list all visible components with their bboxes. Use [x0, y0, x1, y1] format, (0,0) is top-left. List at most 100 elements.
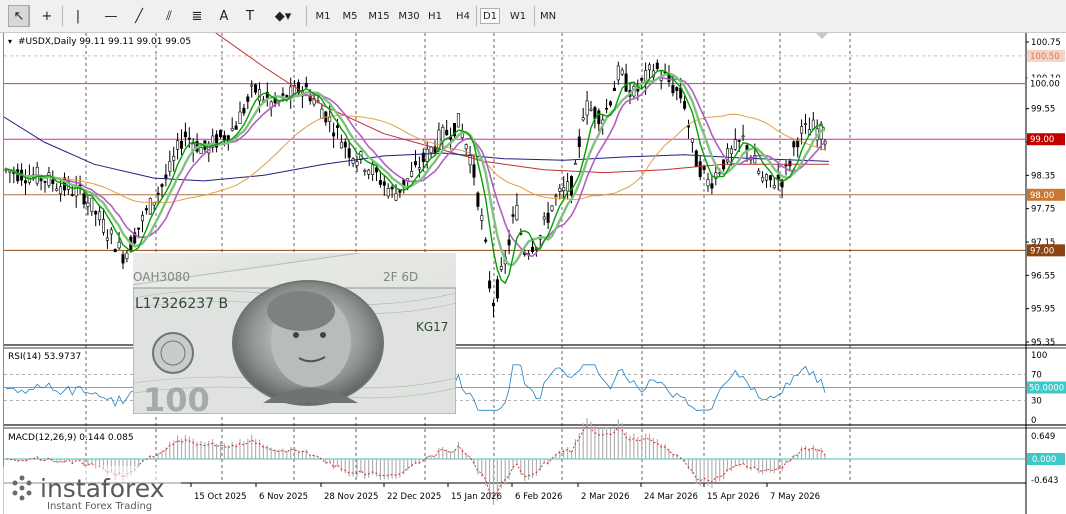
rsi-label: 0 — [1031, 416, 1036, 426]
candle-body — [398, 189, 402, 193]
candle-body — [608, 101, 612, 106]
candle-body — [768, 175, 772, 181]
date-label: 24 Mar 2026 — [644, 492, 698, 502]
candle-body — [144, 208, 148, 211]
candle-body — [530, 246, 534, 253]
svg-text:OAH3080: OAH3080 — [133, 270, 190, 284]
candle-body — [367, 169, 371, 175]
candle-body — [222, 135, 226, 141]
candle-body — [624, 73, 628, 92]
candle-body — [98, 211, 102, 221]
candle-body — [741, 135, 745, 138]
text-label-icon[interactable]: T — [240, 5, 260, 27]
candle-body — [480, 215, 484, 221]
rsi-label: 70 — [1031, 371, 1042, 381]
candle-body — [335, 125, 339, 128]
rsi-label: 30 — [1031, 397, 1042, 407]
candle-body — [250, 84, 254, 87]
fibonacci-icon[interactable]: ≣ — [186, 5, 208, 27]
timeframe-m30[interactable]: M30 — [396, 8, 422, 24]
candle-body — [199, 146, 203, 154]
level-tag-label: 100.00 — [1030, 80, 1060, 90]
candle-body — [94, 211, 98, 215]
candle-body — [445, 129, 449, 136]
date-label: 22 Dec 2025 — [387, 492, 441, 502]
candle-body — [464, 144, 468, 150]
candle-body — [683, 100, 687, 109]
crosshair-icon[interactable]: + — [36, 5, 58, 27]
svg-text:2F 6D: 2F 6D — [383, 270, 418, 284]
candle-body — [102, 219, 106, 233]
candle-body — [706, 179, 710, 187]
candle-body — [507, 239, 511, 246]
candle-body — [51, 179, 55, 184]
level-tag-label: 99.00 — [1030, 135, 1054, 145]
timeframe-d1[interactable]: D1 — [480, 8, 500, 24]
candle-body — [764, 174, 768, 181]
brand-tagline: Instant Forex Trading — [47, 501, 152, 512]
rsi-level-tag-label: 50.0000 — [1029, 384, 1064, 394]
vertical-line-icon[interactable]: | — [70, 5, 86, 27]
timeframe-m15[interactable]: M15 — [366, 8, 392, 24]
date-label: 15 Oct 2025 — [194, 492, 247, 502]
candle-body — [371, 164, 375, 175]
candle-body — [363, 170, 367, 172]
candle-body — [160, 184, 164, 187]
channel-icon[interactable]: ⫽ — [158, 5, 180, 27]
candle-body — [562, 187, 566, 192]
price-label: 99.55 — [1031, 105, 1055, 115]
level-tag-label: 97.00 — [1030, 246, 1054, 256]
candle-body — [569, 176, 573, 196]
candle-body — [515, 205, 519, 221]
candle-body — [386, 188, 390, 197]
price-label: 95.95 — [1031, 305, 1055, 315]
candle-body — [729, 148, 733, 154]
candle-body — [16, 169, 20, 182]
date-label: 7 May 2026 — [770, 492, 820, 502]
timeframe-m5[interactable]: M5 — [338, 8, 362, 24]
candle-body — [105, 237, 109, 241]
candle-body — [803, 123, 807, 125]
candle-body — [640, 78, 644, 81]
candle-body — [152, 202, 156, 206]
timeframe-h1[interactable]: H1 — [424, 8, 446, 24]
candle-body — [788, 161, 792, 167]
price-label: 97.75 — [1031, 205, 1055, 215]
candle-body — [125, 252, 129, 260]
candle-body — [772, 185, 776, 189]
candle-body — [187, 137, 191, 140]
candle-body — [172, 156, 176, 161]
price-label: 98.35 — [1031, 171, 1055, 181]
candle-body — [234, 125, 238, 130]
candle-body — [47, 172, 51, 186]
timeframe-mn[interactable]: MN — [536, 8, 560, 24]
candle-body — [737, 140, 741, 142]
candle-body — [612, 87, 616, 91]
candle-body — [472, 164, 476, 178]
text-icon[interactable]: A — [214, 5, 234, 27]
candle-body — [577, 136, 581, 148]
price-label: 95.35 — [1031, 338, 1055, 348]
trendline-icon[interactable]: ╱ — [128, 5, 150, 27]
candle-body — [733, 139, 737, 150]
candle-body — [429, 146, 433, 154]
timeframe-h4[interactable]: H4 — [452, 8, 474, 24]
rsi-label: 100 — [1031, 351, 1047, 361]
candle-body — [90, 197, 94, 212]
candle-body — [655, 62, 659, 70]
horizontal-line-icon[interactable]: — — [100, 5, 122, 27]
shapes-menu-icon[interactable]: ◆▾ — [266, 5, 300, 27]
candle-body — [491, 302, 495, 307]
price-label: 100.75 — [1031, 38, 1061, 48]
cursor-icon[interactable]: ↖ — [8, 5, 30, 27]
candle-body — [476, 192, 480, 207]
candle-body — [230, 128, 234, 131]
candle-body — [671, 85, 675, 94]
candle-body — [585, 100, 589, 116]
candle-body — [238, 111, 242, 124]
chart-header: #USDX,Daily 99.11 99.11 99.01 99.05 — [18, 37, 191, 47]
candle-body — [573, 163, 577, 165]
candle-body — [328, 116, 332, 122]
timeframe-w1[interactable]: W1 — [506, 8, 530, 24]
timeframe-m1[interactable]: M1 — [312, 8, 334, 24]
